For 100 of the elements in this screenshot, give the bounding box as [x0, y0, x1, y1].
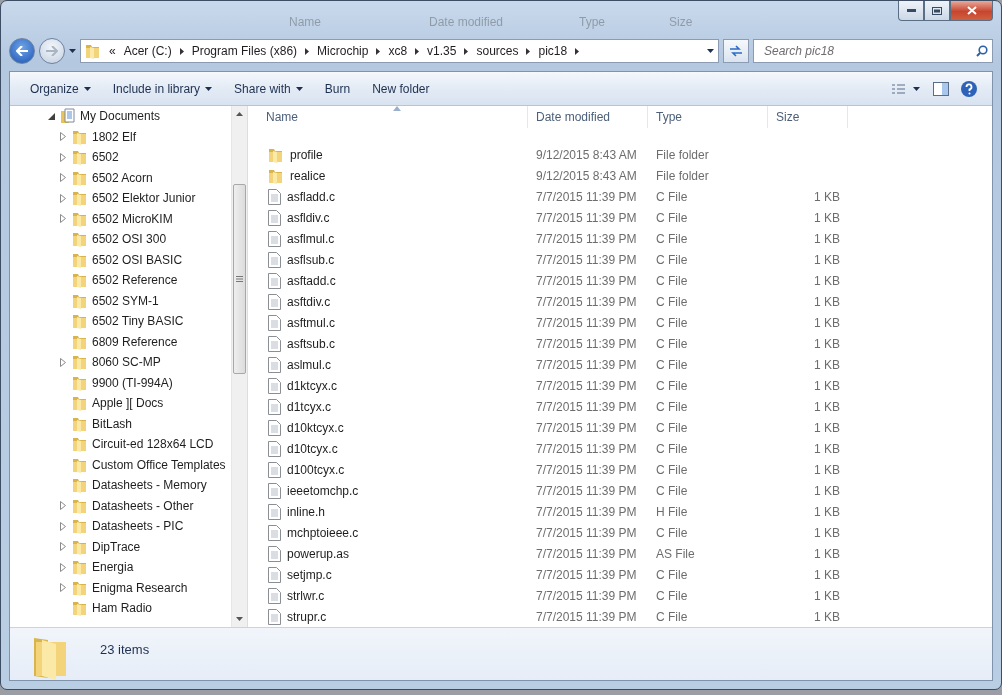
- toolbar-button[interactable]: Organize: [20, 77, 101, 100]
- breadcrumb[interactable]: Microchip: [317, 44, 369, 58]
- column-header[interactable]: Type: [648, 106, 768, 128]
- expand-arrow-icon[interactable]: [60, 562, 66, 572]
- file-name[interactable]: strupr.c: [287, 609, 327, 624]
- toolbar-button[interactable]: Include in library: [102, 77, 223, 100]
- expand-arrow-icon[interactable]: [60, 173, 66, 183]
- tree-item[interactable]: 6502 SYM-1: [92, 293, 159, 308]
- toolbar-button[interactable]: New folder: [362, 77, 440, 100]
- tree-item[interactable]: My Documents: [80, 109, 161, 124]
- file-name[interactable]: asftadd.c: [287, 273, 336, 288]
- tree-item[interactable]: Custom Office Templates: [92, 457, 226, 472]
- forward-button[interactable]: [39, 38, 65, 64]
- tree-item[interactable]: DipTrace: [92, 539, 141, 554]
- breadcrumb-arrow-icon[interactable]: [575, 47, 580, 55]
- column-header[interactable]: Name: [258, 106, 528, 128]
- file-name[interactable]: d10ktcyx.c: [287, 420, 344, 435]
- address-bar[interactable]: « Acer (C:) Program Files (x86) Microchip xc8 v1.35 sources pic18: [80, 39, 719, 63]
- expand-arrow-icon[interactable]: [60, 521, 66, 531]
- refresh-button[interactable]: [723, 39, 749, 63]
- breadcrumb[interactable]: Acer (C:): [123, 44, 172, 58]
- search-icon[interactable]: [976, 45, 988, 57]
- search-field[interactable]: Search pic18: [753, 39, 993, 63]
- file-name[interactable]: d1tcyx.c: [287, 399, 331, 414]
- file-name[interactable]: d1ktcyx.c: [287, 378, 337, 393]
- file-name[interactable]: asflmul.c: [287, 231, 335, 246]
- tree-item[interactable]: Apple ][ Docs: [92, 396, 164, 411]
- expand-arrow-icon[interactable]: [60, 583, 66, 593]
- file-name[interactable]: asfladd.c: [287, 189, 336, 204]
- breadcrumb-arrow-icon[interactable]: [305, 47, 310, 55]
- file-name[interactable]: ieeetomchp.c: [287, 483, 359, 498]
- breadcrumb[interactable]: xc8: [388, 44, 408, 58]
- expand-arrow-icon[interactable]: [60, 193, 66, 203]
- breadcrumb-overflow[interactable]: «: [109, 44, 116, 58]
- expand-arrow-icon[interactable]: [60, 214, 66, 224]
- breadcrumb-arrow-icon[interactable]: [376, 47, 381, 55]
- file-name[interactable]: powerup.as: [287, 546, 350, 561]
- file-name[interactable]: realice: [290, 168, 326, 183]
- file-name[interactable]: inline.h: [287, 504, 326, 519]
- tree-item[interactable]: Enigma Research: [92, 580, 188, 595]
- toolbar-button[interactable]: Share with: [224, 77, 313, 100]
- dropdown-caret-icon: [707, 49, 714, 53]
- breadcrumb[interactable]: Program Files (x86): [191, 44, 298, 58]
- tree-item[interactable]: 6502 Tiny BASIC: [92, 314, 184, 329]
- file-name[interactable]: asftsub.c: [287, 336, 336, 351]
- file-name[interactable]: d10tcyx.c: [287, 441, 338, 456]
- tree-item[interactable]: Datasheets - Memory: [92, 478, 207, 493]
- breadcrumb[interactable]: sources: [476, 44, 519, 58]
- breadcrumb-arrow-icon[interactable]: [464, 47, 469, 55]
- file-name[interactable]: d100tcyx.c: [287, 462, 345, 477]
- tree-item[interactable]: 6502 OSI 300: [92, 232, 167, 247]
- tree-item[interactable]: 6502 Acorn: [92, 170, 153, 185]
- file-name[interactable]: mchptoieee.c: [287, 525, 359, 540]
- breadcrumb-arrow-icon[interactable]: [526, 47, 531, 55]
- collapse-arrow-icon[interactable]: [47, 112, 55, 120]
- tree-item[interactable]: 6502 Elektor Junior: [92, 191, 196, 206]
- tree-item[interactable]: 6502 OSI BASIC: [92, 252, 183, 267]
- tree-item[interactable]: Energia: [92, 560, 134, 575]
- back-button[interactable]: [9, 38, 35, 64]
- file-name[interactable]: setjmp.c: [287, 567, 332, 582]
- tree-item[interactable]: Circuit-ed 128x64 LCD: [92, 437, 214, 452]
- expand-arrow-icon[interactable]: [60, 152, 66, 162]
- search-input[interactable]: Search pic18: [762, 43, 976, 59]
- file-name[interactable]: asflsub.c: [287, 252, 335, 267]
- breadcrumb-arrow-icon[interactable]: [179, 47, 184, 55]
- tree-item[interactable]: 6809 Reference: [92, 334, 178, 349]
- file-name[interactable]: profile: [290, 147, 323, 162]
- file-name[interactable]: asftdiv.c: [287, 294, 331, 309]
- column-header[interactable]: Size: [768, 106, 848, 128]
- file-name[interactable]: asftmul.c: [287, 315, 335, 330]
- expand-arrow-icon[interactable]: [60, 542, 66, 552]
- toolbar-button[interactable]: Burn: [314, 77, 361, 100]
- tree-item[interactable]: 9900 (TI-994A): [92, 375, 173, 390]
- file-name[interactable]: strlwr.c: [287, 588, 325, 603]
- scroll-thumb[interactable]: [233, 184, 246, 374]
- tree-item[interactable]: 6502 Reference: [92, 273, 178, 288]
- tree-item[interactable]: Datasheets - PIC: [92, 519, 184, 534]
- scrollbar[interactable]: [231, 106, 247, 627]
- scroll-up-icon[interactable]: [236, 112, 243, 116]
- tree-item[interactable]: Ham Radio: [92, 601, 153, 616]
- tree-item[interactable]: 6502: [92, 150, 119, 165]
- tree-item[interactable]: BitLash: [92, 416, 133, 431]
- tree-item[interactable]: 8060 SC-MP: [92, 355, 161, 370]
- type-cell-text: C File: [655, 294, 689, 309]
- breadcrumb[interactable]: pic18: [538, 44, 568, 58]
- maximize-button[interactable]: [924, 1, 950, 21]
- breadcrumb[interactable]: v1.35: [427, 44, 457, 58]
- expand-arrow-icon[interactable]: [60, 501, 66, 511]
- tree-item[interactable]: 6502 MicroKIM: [92, 211, 173, 226]
- expand-arrow-icon[interactable]: [60, 132, 66, 142]
- file-name[interactable]: aslmul.c: [287, 357, 331, 372]
- file-name[interactable]: asfldiv.c: [287, 210, 330, 225]
- minimize-button[interactable]: [898, 1, 924, 21]
- tree-item[interactable]: Datasheets - Other: [92, 498, 194, 513]
- scroll-down-icon[interactable]: [236, 617, 243, 621]
- column-header[interactable]: Date modified: [528, 106, 648, 128]
- breadcrumb-arrow-icon[interactable]: [415, 47, 420, 55]
- close-button[interactable]: [950, 1, 993, 21]
- expand-arrow-icon[interactable]: [60, 357, 66, 367]
- tree-item[interactable]: 1802 Elf: [92, 129, 137, 144]
